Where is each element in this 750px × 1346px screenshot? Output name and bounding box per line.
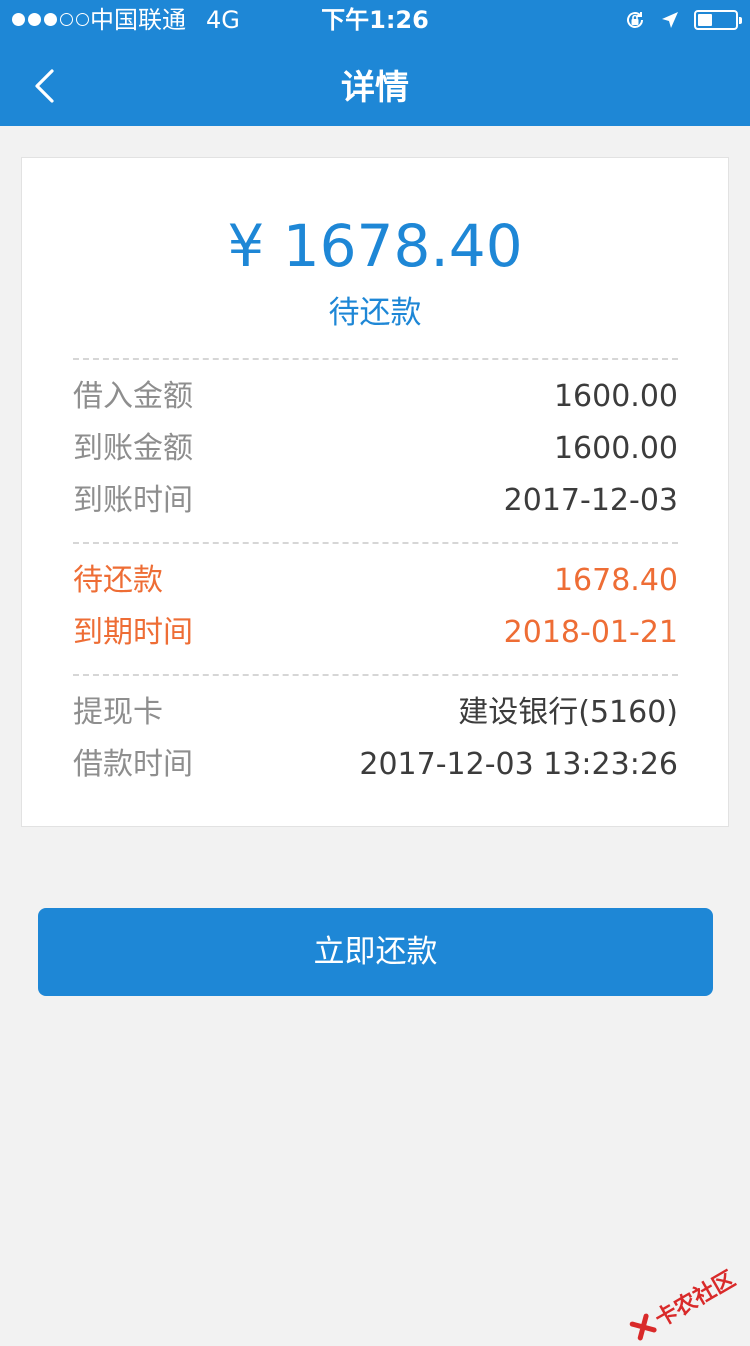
row-label: 到账时间 [73, 483, 193, 518]
watermark-text: 卡农社区 [651, 1266, 740, 1333]
detail-row-due-date: 到期时间 2018-01-21 [73, 611, 678, 655]
status-icons [624, 9, 742, 31]
watermark: 卡农社区 [626, 1262, 741, 1346]
divider [73, 542, 678, 544]
row-label: 到期时间 [73, 615, 193, 650]
row-label: 提现卡 [73, 695, 163, 730]
detail-row-borrowed-amount: 借入金额 1600.00 [73, 375, 678, 419]
row-value: 2017-12-03 13:23:26 [359, 747, 678, 782]
battery-tip [739, 17, 742, 24]
top-bar: 中国联通 4G 下午1:26 详情 [0, 0, 750, 126]
row-label: 借入金额 [73, 379, 193, 414]
repayment-status: 待还款 [328, 295, 422, 331]
row-value: 1678.40 [553, 563, 678, 598]
battery-icon [694, 10, 742, 30]
row-label: 借款时间 [73, 747, 193, 782]
repayment-amount: ¥ 1678.40 [227, 212, 523, 280]
loan-detail-card: ¥ 1678.40 待还款 借入金额 1600.00 到账金额 1600.00 … [21, 157, 729, 827]
status-bar: 中国联通 4G 下午1:26 [0, 0, 750, 40]
detail-row-amount-due: 待还款 1678.40 [73, 559, 678, 603]
repay-now-button[interactable]: 立即还款 [38, 908, 713, 996]
row-label: 到账金额 [73, 431, 193, 466]
rotation-lock-icon [627, 12, 643, 28]
page-title: 详情 [341, 68, 409, 108]
row-value: 2017-12-03 [503, 483, 678, 518]
row-value: 1600.00 [553, 379, 678, 414]
location-arrow-icon [662, 12, 678, 28]
divider [73, 674, 678, 676]
divider [73, 358, 678, 360]
battery-fill [698, 14, 712, 26]
row-value: 建设银行(5160) [458, 695, 678, 730]
detail-row-withdrawal-card: 提现卡 建设银行(5160) [73, 691, 678, 735]
row-value: 1600.00 [553, 431, 678, 466]
detail-row-loan-time: 借款时间 2017-12-03 13:23:26 [73, 743, 678, 787]
row-label: 待还款 [73, 563, 163, 598]
row-value: 2018-01-21 [503, 615, 678, 650]
detail-row-received-time: 到账时间 2017-12-03 [73, 479, 678, 523]
detail-row-received-amount: 到账金额 1600.00 [73, 427, 678, 471]
